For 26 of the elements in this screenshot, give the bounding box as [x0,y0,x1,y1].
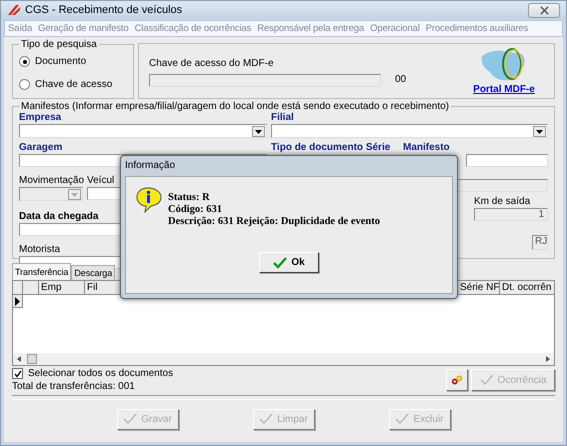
checkbox-label: Selecionar todos os documentos [28,368,174,379]
radio-label: Documento [35,56,86,67]
field-label: Chave de acesso do MDF-e [149,58,275,70]
message-line: Código: 631 [168,204,223,216]
total-count: Total de transferências: 001 [12,381,136,392]
column-header: Emp [39,281,85,294]
message-line: Status: R [168,192,211,204]
field-label: Filial [271,112,294,124]
field-label: Motorista [19,244,60,256]
check-digits: 00 [395,74,406,86]
field-label: Tipo de documento Série [271,142,391,154]
window-title: CGS - Recebimento de veículos [25,4,182,16]
column-header: Dt. ocorrên [501,281,552,294]
field-label: Empresa [19,112,62,124]
dialog-title: Informação [125,159,176,173]
group-title: Manifestos (Informar empresa/filial/garagem do local onde está sendo executado o recebimento) [20,101,450,112]
state-field: RJ [532,235,548,250]
field-label: Garagem [19,142,62,154]
field-label: Data da chegada [19,211,98,223]
message-line: Descrição: 631 Rejeição: Duplicidade de evento [168,216,380,228]
field-label: Veícul [87,175,114,187]
radio-label: Chave de acesso [35,79,112,90]
field-label: Km de saída [474,196,532,208]
field-label: Manifesto [403,142,450,154]
field-label: Movimentação [19,175,83,187]
group-title: Tipo de pesquisa [20,39,98,50]
